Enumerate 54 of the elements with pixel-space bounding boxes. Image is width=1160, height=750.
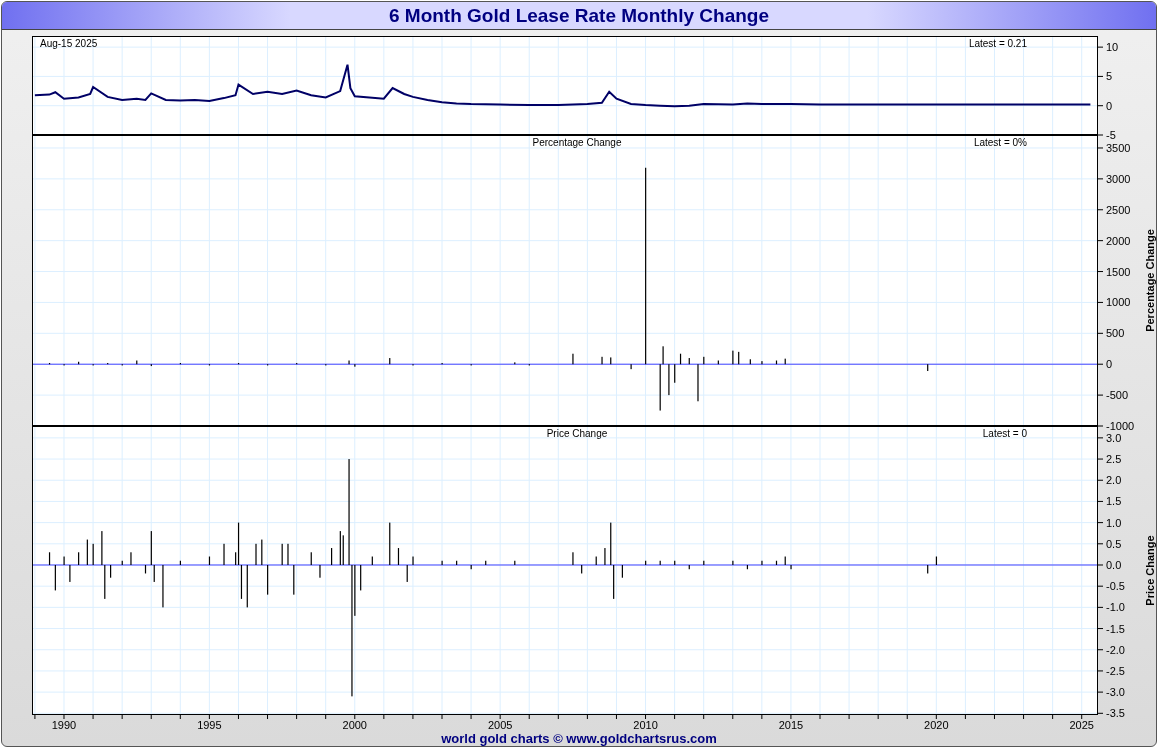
y-axis-label: 0 xyxy=(1106,99,1113,112)
change-bar xyxy=(208,556,211,565)
x-axis-label: 1990 xyxy=(51,719,77,731)
x-axis-label: 2025 xyxy=(1069,719,1094,731)
y-axis-label: -3.0 xyxy=(1106,686,1125,699)
y-axis-label: 2500 xyxy=(1106,203,1131,216)
y-axis-label: 2.0 xyxy=(1106,474,1122,487)
y-axis-title: Percentage Change xyxy=(1144,229,1156,332)
x-axis-label: 2005 xyxy=(487,719,513,731)
change-bar xyxy=(935,556,938,565)
y-axis-label: -2.0 xyxy=(1106,643,1125,656)
y-axis-label: 1500 xyxy=(1106,265,1131,278)
y-axis-label: 0 xyxy=(1106,358,1113,371)
y-axis-label: 0.0 xyxy=(1106,559,1122,571)
y-axis-label: 1000 xyxy=(1106,296,1131,309)
change-bar xyxy=(775,360,778,365)
y-axis-label: -1.5 xyxy=(1106,622,1125,635)
x-axis-label: 2010 xyxy=(633,719,658,731)
chart-title: 6 Month Gold Lease Rate Monthly Change xyxy=(389,4,769,27)
y-axis-label: 2000 xyxy=(1106,234,1131,247)
y-axis-label: -1.0 xyxy=(1106,601,1125,614)
y-axis-label: -1000 xyxy=(1106,420,1135,432)
x-axis-label: 2000 xyxy=(342,719,367,731)
y-axis-label: -2.5 xyxy=(1106,664,1125,677)
x-axis-label: 2020 xyxy=(924,719,949,731)
y-axis-label: -0.5 xyxy=(1106,580,1125,593)
change-bar xyxy=(144,565,147,574)
y-axis-label: 10 xyxy=(1106,41,1119,54)
y-axis-label: 1.5 xyxy=(1106,495,1122,508)
change-bar xyxy=(397,548,400,565)
change-bar xyxy=(775,560,778,565)
latest-value: Latest = 0.21 xyxy=(968,38,1027,49)
x-axis-label: 1995 xyxy=(197,719,222,731)
y-axis-label: 3500 xyxy=(1106,141,1131,154)
y-axis-label: 3.0 xyxy=(1106,431,1122,444)
copyright-text: world gold charts © www.goldchartsrus.com xyxy=(440,732,718,746)
x-axis-label: 2015 xyxy=(778,719,804,731)
panel-title: Percentage Change xyxy=(532,137,622,148)
y-axis-label: 5 xyxy=(1106,70,1113,83)
y-axis-label: 3000 xyxy=(1106,172,1131,185)
y-axis-label: -5 xyxy=(1106,129,1116,141)
y-axis-label: 500 xyxy=(1106,327,1125,340)
date-label: Aug-15 2025 xyxy=(40,38,98,49)
y-axis-label: 0.5 xyxy=(1106,537,1122,550)
change-bar xyxy=(48,552,51,565)
y-axis-label: 1.0 xyxy=(1106,516,1122,529)
latest-value: Latest = 0 xyxy=(982,428,1027,439)
y-axis-label: -3.5 xyxy=(1106,707,1125,720)
panel-title: Price Change xyxy=(546,428,608,439)
change-bar xyxy=(679,353,682,365)
y-axis-label: -500 xyxy=(1106,389,1129,402)
y-axis-title: Price Change xyxy=(1144,535,1156,606)
y-axis-label: 2.5 xyxy=(1106,453,1122,466)
latest-value: Latest = 0% xyxy=(973,137,1027,148)
